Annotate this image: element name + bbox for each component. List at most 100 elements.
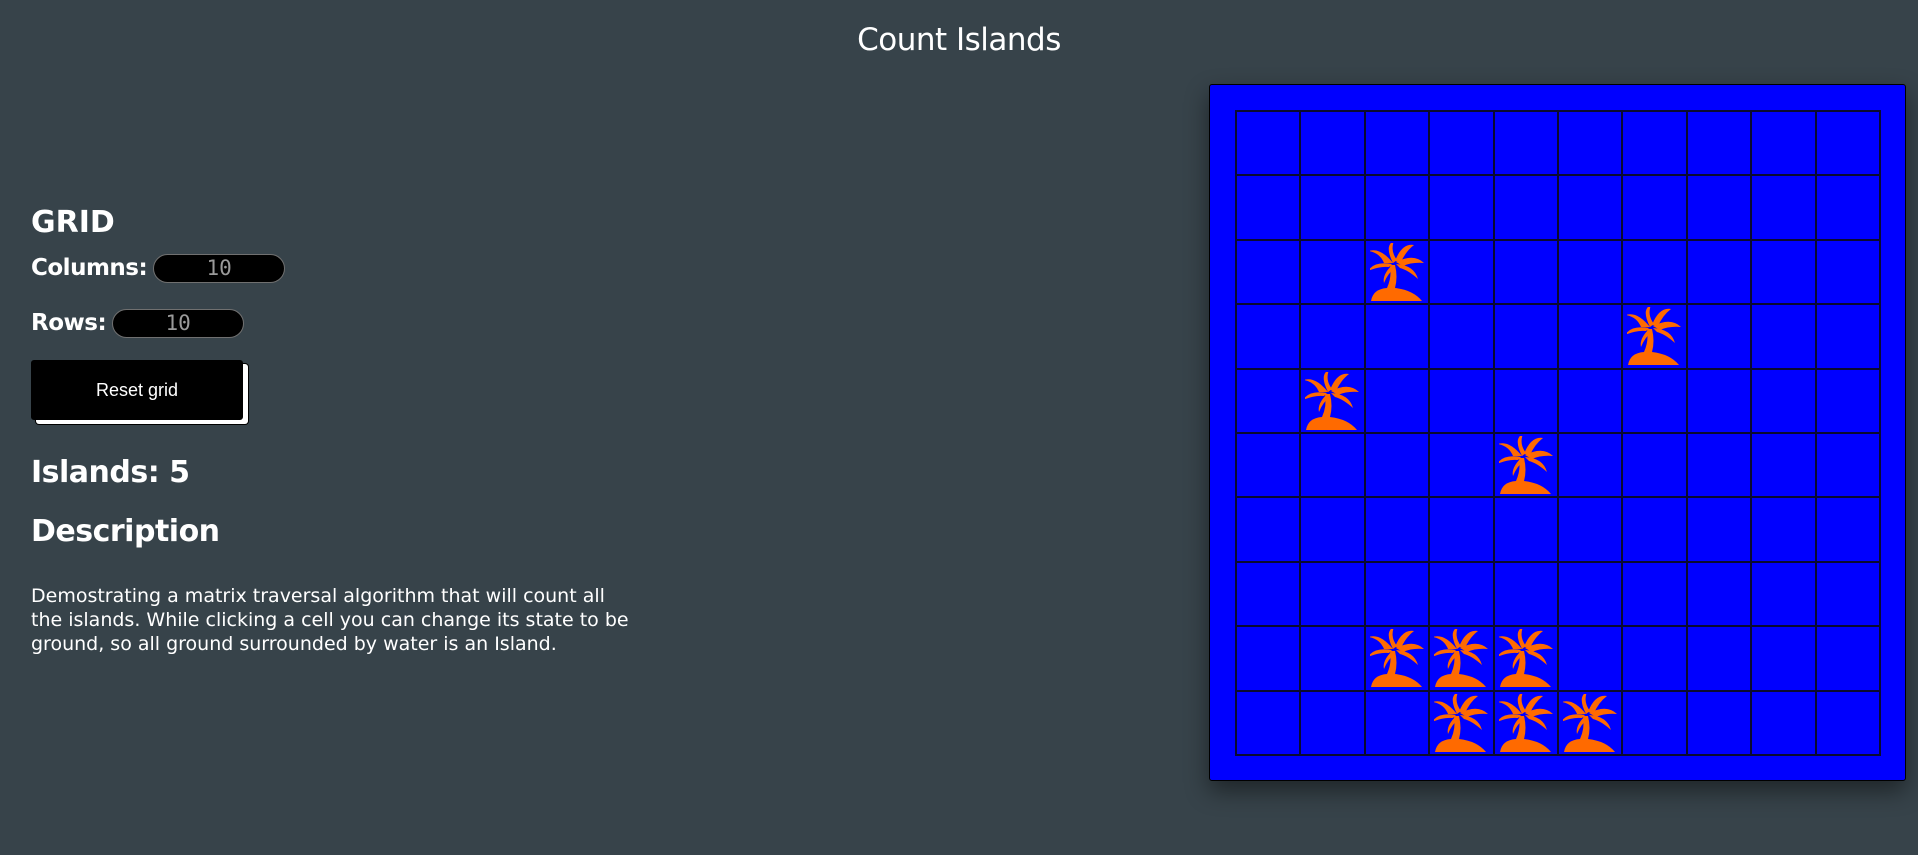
land-cell[interactable] (1365, 627, 1431, 692)
water-cell[interactable] (1365, 434, 1431, 499)
water-cell[interactable] (1752, 691, 1817, 756)
water-cell[interactable] (1752, 627, 1817, 692)
water-cell[interactable] (1752, 112, 1817, 177)
water-cell[interactable] (1816, 562, 1881, 628)
water-cell[interactable] (1237, 176, 1302, 241)
water-cell[interactable] (1237, 434, 1302, 499)
water-cell[interactable] (1623, 562, 1688, 628)
water-cell[interactable] (1687, 369, 1753, 434)
water-cell[interactable] (1301, 112, 1366, 177)
water-cell[interactable] (1559, 627, 1624, 692)
water-cell[interactable] (1237, 369, 1302, 434)
land-cell[interactable] (1430, 627, 1495, 692)
water-cell[interactable] (1430, 305, 1495, 370)
water-cell[interactable] (1816, 498, 1881, 563)
water-cell[interactable] (1687, 176, 1753, 241)
water-cell[interactable] (1365, 369, 1431, 434)
water-cell[interactable] (1687, 240, 1753, 306)
land-cell[interactable] (1623, 305, 1688, 370)
water-cell[interactable] (1494, 562, 1559, 628)
water-cell[interactable] (1430, 369, 1495, 434)
water-cell[interactable] (1752, 305, 1817, 370)
water-cell[interactable] (1623, 691, 1688, 756)
reset-grid-button[interactable]: Reset grid (31, 360, 243, 420)
water-cell[interactable] (1494, 240, 1559, 306)
water-cell[interactable] (1365, 498, 1431, 563)
water-cell[interactable] (1430, 434, 1495, 499)
water-cell[interactable] (1430, 562, 1495, 628)
water-cell[interactable] (1623, 240, 1688, 306)
water-cell[interactable] (1623, 627, 1688, 692)
water-cell[interactable] (1559, 369, 1624, 434)
water-cell[interactable] (1559, 305, 1624, 370)
land-cell[interactable] (1494, 691, 1559, 756)
water-cell[interactable] (1816, 176, 1881, 241)
water-cell[interactable] (1559, 176, 1624, 241)
water-cell[interactable] (1752, 434, 1817, 499)
water-cell[interactable] (1365, 691, 1431, 756)
water-cell[interactable] (1494, 498, 1559, 563)
water-cell[interactable] (1237, 691, 1302, 756)
rows-input[interactable] (112, 308, 245, 338)
water-cell[interactable] (1623, 369, 1688, 434)
water-cell[interactable] (1816, 305, 1881, 370)
water-cell[interactable] (1301, 498, 1366, 563)
columns-input[interactable] (153, 253, 286, 283)
land-cell[interactable] (1494, 627, 1559, 692)
water-cell[interactable] (1623, 112, 1688, 177)
water-cell[interactable] (1687, 627, 1753, 692)
water-cell[interactable] (1752, 369, 1817, 434)
water-cell[interactable] (1365, 176, 1431, 241)
water-cell[interactable] (1494, 369, 1559, 434)
water-cell[interactable] (1237, 305, 1302, 370)
land-cell[interactable] (1301, 369, 1366, 434)
land-cell[interactable] (1559, 691, 1624, 756)
water-cell[interactable] (1687, 691, 1753, 756)
water-cell[interactable] (1494, 112, 1559, 177)
water-cell[interactable] (1237, 498, 1302, 563)
water-cell[interactable] (1301, 434, 1366, 499)
land-cell[interactable] (1494, 434, 1559, 499)
water-cell[interactable] (1559, 434, 1624, 499)
water-cell[interactable] (1301, 240, 1366, 306)
water-cell[interactable] (1237, 112, 1302, 177)
water-cell[interactable] (1494, 176, 1559, 241)
water-cell[interactable] (1816, 240, 1881, 306)
land-cell[interactable] (1430, 691, 1495, 756)
water-cell[interactable] (1559, 562, 1624, 628)
water-cell[interactable] (1237, 562, 1302, 628)
water-cell[interactable] (1430, 240, 1495, 306)
water-cell[interactable] (1494, 305, 1559, 370)
water-cell[interactable] (1237, 240, 1302, 306)
water-cell[interactable] (1301, 562, 1366, 628)
water-cell[interactable] (1559, 240, 1624, 306)
land-cell[interactable] (1365, 240, 1431, 306)
water-cell[interactable] (1430, 498, 1495, 563)
water-cell[interactable] (1816, 112, 1881, 177)
water-cell[interactable] (1687, 434, 1753, 499)
water-cell[interactable] (1623, 498, 1688, 563)
water-cell[interactable] (1816, 627, 1881, 692)
water-cell[interactable] (1365, 562, 1431, 628)
water-cell[interactable] (1430, 176, 1495, 241)
water-cell[interactable] (1301, 176, 1366, 241)
water-cell[interactable] (1752, 498, 1817, 563)
water-cell[interactable] (1430, 112, 1495, 177)
water-cell[interactable] (1365, 112, 1431, 177)
water-cell[interactable] (1816, 691, 1881, 756)
water-cell[interactable] (1752, 240, 1817, 306)
water-cell[interactable] (1816, 434, 1881, 499)
water-cell[interactable] (1559, 498, 1624, 563)
water-cell[interactable] (1687, 112, 1753, 177)
water-cell[interactable] (1752, 176, 1817, 241)
water-cell[interactable] (1816, 369, 1881, 434)
water-cell[interactable] (1623, 434, 1688, 499)
water-cell[interactable] (1687, 498, 1753, 563)
water-cell[interactable] (1687, 305, 1753, 370)
water-cell[interactable] (1559, 112, 1624, 177)
water-cell[interactable] (1687, 562, 1753, 628)
water-cell[interactable] (1623, 176, 1688, 241)
water-cell[interactable] (1365, 305, 1431, 370)
water-cell[interactable] (1301, 691, 1366, 756)
water-cell[interactable] (1237, 627, 1302, 692)
